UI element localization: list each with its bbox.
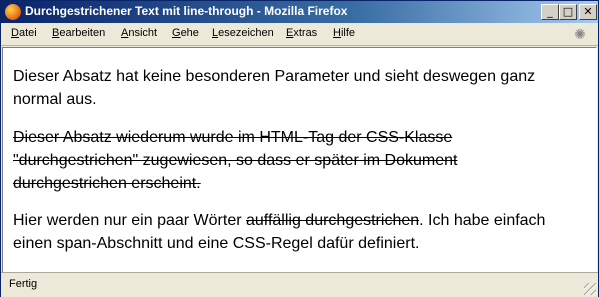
title-bar[interactable]: Durchgestrichener Text mit line-through … xyxy=(1,1,598,23)
firefox-logo-icon xyxy=(5,4,21,20)
status-text: Fertig xyxy=(9,278,38,290)
close-button[interactable]: ✕ xyxy=(579,4,597,20)
menu-datei[interactable]: Datei xyxy=(11,27,37,39)
menu-lesezeichen[interactable]: Lesezeichen xyxy=(212,27,274,39)
paragraph-normal: Dieser Absatz hat keine besonderen Param… xyxy=(13,68,536,108)
paragraph-partial-strike: Hier werden nur ein paar Wörter auffälli… xyxy=(13,212,546,252)
resize-grip-icon[interactable] xyxy=(584,283,596,295)
menu-gehe[interactable]: Gehe xyxy=(172,27,199,39)
menu-bearbeiten[interactable]: Bearbeiten xyxy=(52,27,105,39)
status-bar: Fertig xyxy=(1,272,598,297)
throbber-icon: ✺ xyxy=(574,26,586,42)
browser-window: Durchgestrichener Text mit line-through … xyxy=(0,0,599,297)
menu-hilfe[interactable]: Hilfe xyxy=(333,27,355,39)
menu-extras[interactable]: Extras xyxy=(286,27,317,39)
strikethrough-span: auffällig durchgestrichen xyxy=(245,212,420,229)
menu-ansicht[interactable]: Ansicht xyxy=(121,27,157,39)
menu-bar: Datei Bearbeiten Ansicht Gehe Lesezeiche… xyxy=(1,23,598,46)
window-title: Durchgestrichener Text mit line-through … xyxy=(25,4,348,18)
paragraph-strikethrough: Dieser Absatz wiederum wurde im HTML-Tag… xyxy=(13,129,458,192)
maximize-button[interactable]: □ xyxy=(559,4,577,20)
minimize-button[interactable]: _ xyxy=(541,4,559,20)
page-content: Dieser Absatz hat keine besonderen Param… xyxy=(2,47,597,273)
